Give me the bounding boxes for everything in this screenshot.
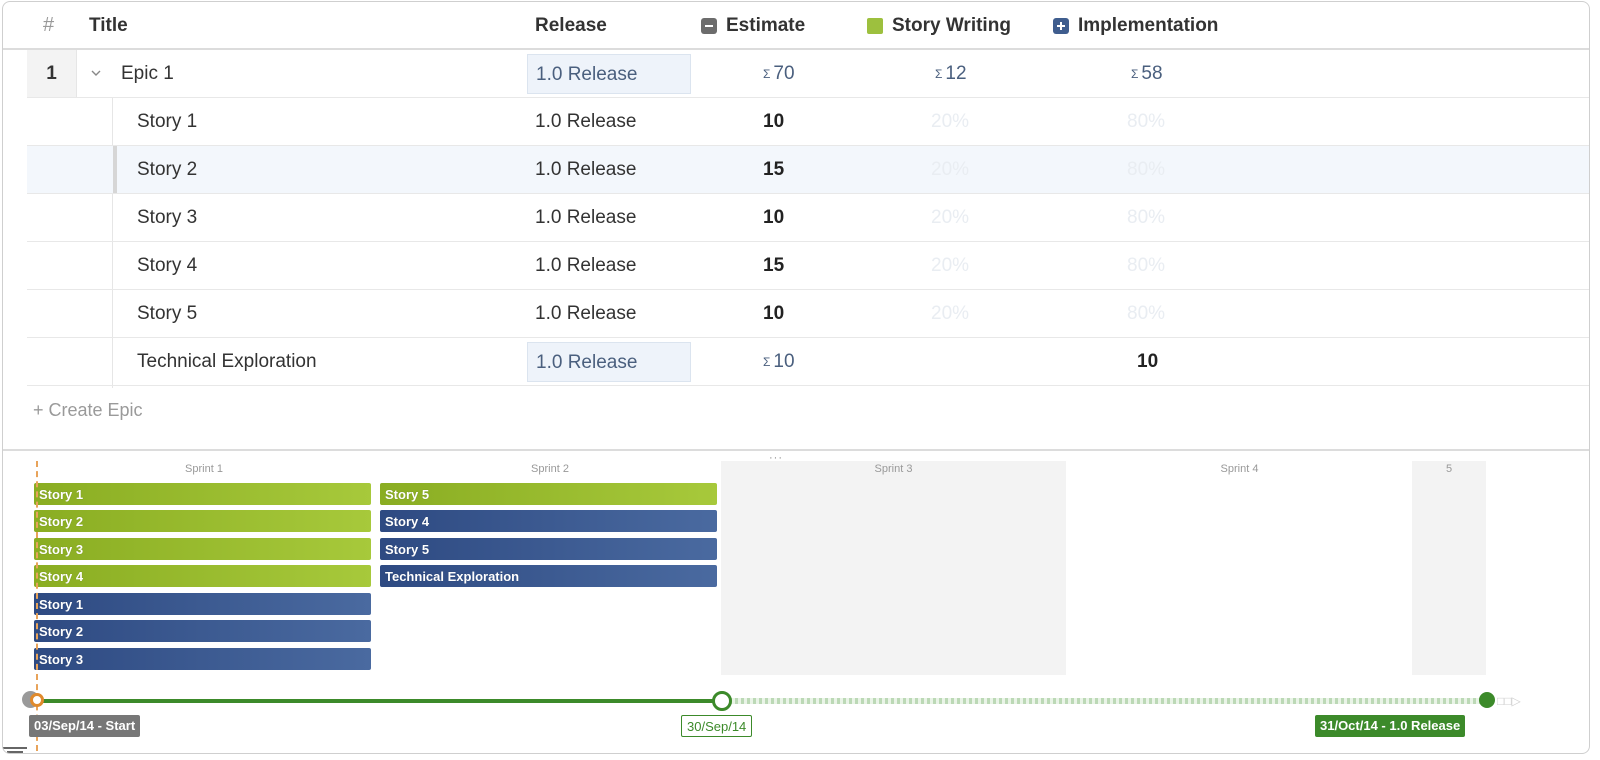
- collapse-icon[interactable]: [701, 18, 717, 34]
- epic-implementation-value: 58: [1141, 63, 1163, 84]
- today-marker-line: [36, 461, 38, 751]
- story-estimate[interactable]: 10: [763, 111, 784, 133]
- table-header: # Title Release Estimate Story Writing I…: [3, 2, 1589, 50]
- story-release[interactable]: 1.0 Release: [535, 207, 636, 229]
- story-bar[interactable]: Story 5: [380, 483, 717, 505]
- story-writing-pct: 20%: [931, 159, 970, 180]
- implementation-pct: 80%: [1127, 159, 1166, 180]
- task-estimate: Σ 10: [763, 351, 795, 373]
- planning-board: # Title Release Estimate Story Writing I…: [2, 1, 1590, 754]
- implementation-pct: 80%: [1127, 255, 1166, 276]
- epic-row[interactable]: Epic 1 1.0 Release Σ 70 Σ 12 Σ 58: [27, 50, 1589, 98]
- header-story-writing[interactable]: Story Writing: [867, 15, 1011, 37]
- sigma-icon: Σ: [763, 355, 771, 369]
- epic-title[interactable]: Epic 1: [121, 63, 174, 85]
- implementation-pct: 80%: [1127, 111, 1166, 132]
- sprint-label: Sprint 2: [531, 463, 569, 475]
- sprint-label: Sprint 1: [185, 463, 223, 475]
- header-estimate[interactable]: Estimate: [701, 15, 805, 37]
- story-title[interactable]: Story 5: [137, 303, 197, 325]
- epic-release[interactable]: 1.0 Release: [527, 54, 691, 94]
- story-writing-pct: 20%: [931, 111, 970, 132]
- sprint-label: Sprint 3: [874, 463, 913, 475]
- header-implementation-label: Implementation: [1078, 15, 1219, 36]
- story-bar[interactable]: Story 4: [34, 565, 371, 587]
- release-date-tag[interactable]: 31/Oct/14 - 1.0 Release: [1315, 715, 1466, 737]
- sprint-label: 5: [1445, 463, 1453, 475]
- story-estimate[interactable]: 10: [763, 207, 784, 229]
- task-release[interactable]: 1.0 Release: [527, 342, 691, 382]
- story-bar[interactable]: Story 2: [34, 620, 371, 642]
- create-epic-link[interactable]: + Create Epic: [33, 400, 143, 421]
- story-release[interactable]: 1.0 Release: [535, 111, 636, 133]
- story-release[interactable]: 1.0 Release: [535, 303, 636, 325]
- milestone-marker-icon[interactable]: [712, 691, 732, 711]
- story-release[interactable]: 1.0 Release: [535, 255, 636, 277]
- table-row[interactable]: Story 1 1.0 Release 10 20% 80%: [27, 98, 1589, 146]
- table-row[interactable]: Story 4 1.0 Release 15 20% 80%: [27, 242, 1589, 290]
- story-title[interactable]: Story 4: [137, 255, 197, 277]
- header-release[interactable]: Release: [535, 15, 607, 37]
- epic-story-writing: Σ 12: [935, 63, 967, 85]
- today-marker-icon[interactable]: [30, 693, 44, 707]
- header-estimate-label: Estimate: [726, 15, 806, 36]
- timeline-remaining: [723, 698, 1487, 704]
- story-bar[interactable]: Story 4: [380, 510, 717, 532]
- epic-estimate-value: 70: [773, 63, 795, 84]
- story-bar[interactable]: Story 3: [34, 538, 371, 560]
- story-title[interactable]: Story 1: [137, 111, 197, 133]
- table-row[interactable]: Story 2 1.0 Release 15 20% 80%: [27, 146, 1589, 194]
- expand-icon[interactable]: [1053, 18, 1069, 34]
- story-estimate[interactable]: 15: [763, 255, 784, 277]
- implementation-pct: 80%: [1127, 207, 1166, 228]
- story-writing-pct: 20%: [931, 207, 970, 228]
- task-implementation[interactable]: 10: [1137, 351, 1158, 373]
- selection-indicator: [113, 146, 117, 193]
- timeline-progress: [35, 699, 723, 703]
- story-bar[interactable]: Story 2: [34, 510, 371, 532]
- story-estimate[interactable]: 10: [763, 303, 784, 325]
- header-implementation[interactable]: Implementation: [1053, 15, 1218, 37]
- story-release[interactable]: 1.0 Release: [535, 159, 636, 181]
- story-title[interactable]: Story 3: [137, 207, 197, 229]
- header-number: #: [43, 14, 55, 36]
- header-title[interactable]: Title: [89, 15, 128, 37]
- implementation-pct: 80%: [1127, 303, 1166, 324]
- story-bar[interactable]: Technical Exploration: [380, 565, 717, 587]
- story-title[interactable]: Story 2: [137, 159, 197, 181]
- sigma-icon: Σ: [1131, 67, 1139, 81]
- story-estimate[interactable]: 15: [763, 159, 784, 181]
- table-row[interactable]: Story 5 1.0 Release 10 20% 80%: [27, 290, 1589, 338]
- epic-estimate: Σ 70: [763, 63, 795, 85]
- sprint-column: Sprint 3: [721, 461, 1066, 675]
- sigma-icon: Σ: [935, 67, 943, 81]
- release-marker-icon[interactable]: [1479, 692, 1495, 708]
- story-bar[interactable]: Story 1: [34, 483, 371, 505]
- story-writing-color-icon: [867, 18, 883, 34]
- story-bar[interactable]: Story 5: [380, 538, 717, 560]
- table-row[interactable]: Story 3 1.0 Release 10 20% 80%: [27, 194, 1589, 242]
- epic-story-writing-value: 12: [945, 63, 967, 84]
- sprint-label: Sprint 4: [1220, 463, 1259, 475]
- milestone-date-tag[interactable]: 30/Sep/14: [681, 715, 753, 737]
- table-row[interactable]: Technical Exploration 1.0 Release Σ 10 10: [27, 338, 1589, 386]
- story-writing-pct: 20%: [931, 303, 970, 324]
- start-date-tag[interactable]: 03/Sep/14 - Start: [29, 715, 141, 737]
- story-bar[interactable]: Story 3: [34, 648, 371, 670]
- timeline-end-arrow-icon[interactable]: □□▷: [1497, 694, 1521, 708]
- story-bar[interactable]: Story 1: [34, 593, 371, 615]
- sprint-column: Sprint 4: [1067, 461, 1412, 675]
- sigma-icon: Σ: [763, 67, 771, 81]
- panel-divider[interactable]: [3, 449, 1589, 451]
- panel-toggle-icon[interactable]: [3, 742, 29, 753]
- epic-implementation: Σ 58: [1131, 63, 1163, 85]
- sprint-column: 5: [1412, 461, 1486, 675]
- task-estimate-value: 10: [773, 351, 795, 372]
- task-title[interactable]: Technical Exploration: [137, 351, 317, 373]
- header-story-writing-label: Story Writing: [892, 15, 1011, 36]
- story-writing-pct: 20%: [931, 255, 970, 276]
